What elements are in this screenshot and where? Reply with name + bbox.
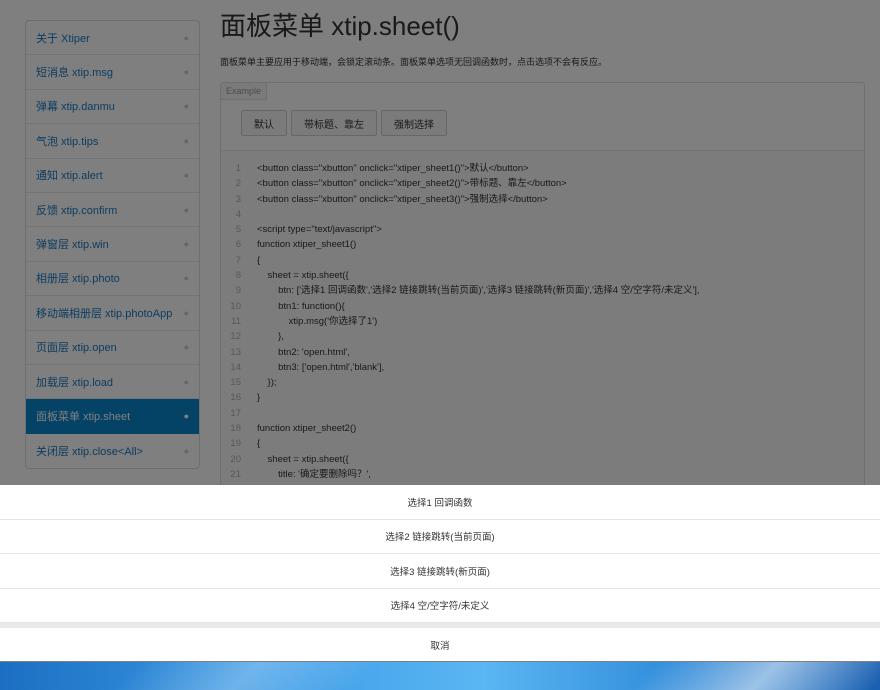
sheet-option-callback[interactable]: 选择1 回调函数 [0,485,880,520]
action-sheet: 选择1 回调函数 选择2 链接跳转(当前页面) 选择3 链接跳转(新页面) 选择… [0,485,880,661]
sheet-option-empty[interactable]: 选择4 空/空字符/未定义 [0,588,880,623]
desktop-wallpaper [0,662,880,690]
sheet-option-link-new[interactable]: 选择3 链接跳转(新页面) [0,554,880,589]
sheet-option-link-current[interactable]: 选择2 链接跳转(当前页面) [0,519,880,554]
wallpaper-light-streak [90,662,390,690]
wallpaper-light-streak [610,662,880,690]
sheet-cancel-button[interactable]: 取消 [0,628,880,661]
